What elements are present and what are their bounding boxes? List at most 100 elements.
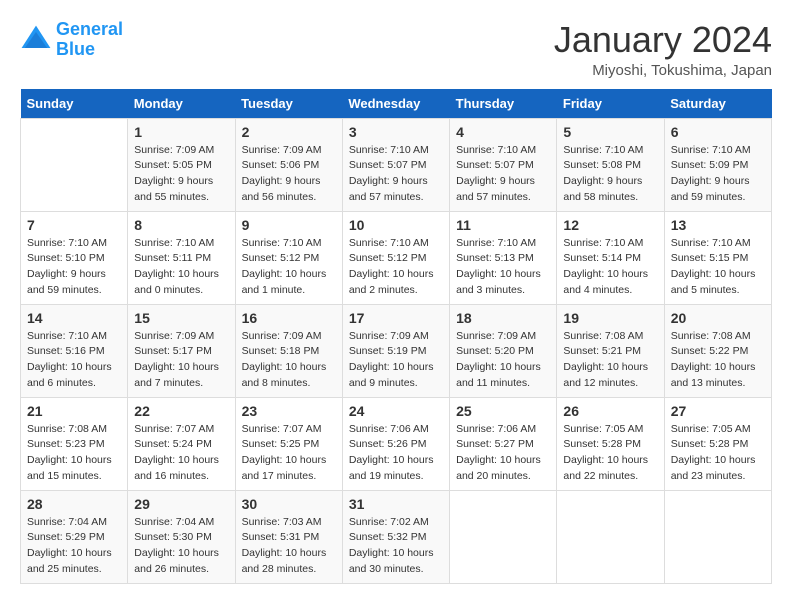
day-cell: 7 Sunrise: 7:10 AMSunset: 5:10 PMDaylight… [21, 211, 128, 304]
day-number: 3 [349, 124, 443, 140]
day-cell: 8Sunrise: 7:10 AMSunset: 5:11 PMDaylight… [128, 211, 235, 304]
day-number: 30 [242, 496, 336, 512]
day-info: Sunrise: 7:05 AMSunset: 5:28 PMDaylight:… [671, 422, 765, 485]
day-cell: 30 Sunrise: 7:03 AMSunset: 5:31 PMDayligh… [235, 490, 342, 583]
day-number: 18 [456, 310, 550, 326]
day-info: Sunrise: 7:10 AMSunset: 5:07 PMDaylight:… [349, 143, 443, 206]
day-info: Sunrise: 7:08 AMSunset: 5:22 PMDaylight:… [671, 329, 765, 392]
day-cell [664, 490, 771, 583]
day-cell [450, 490, 557, 583]
week-row-1: 1 Sunrise: 7:09 AMSunset: 5:05 PMDaylight… [21, 118, 772, 211]
day-cell: 24 Sunrise: 7:06 AMSunset: 5:26 PMDayligh… [342, 397, 449, 490]
day-number: 17 [349, 310, 443, 326]
day-number: 14 [27, 310, 121, 326]
day-cell: 3 Sunrise: 7:10 AMSunset: 5:07 PMDaylight… [342, 118, 449, 211]
day-header-monday: Monday [128, 89, 235, 119]
day-info: Sunrise: 7:04 AMSunset: 5:30 PMDaylight:… [134, 515, 228, 578]
day-number: 7 [27, 217, 121, 233]
day-number: 20 [671, 310, 765, 326]
day-number: 15 [134, 310, 228, 326]
day-number: 19 [563, 310, 657, 326]
day-number: 27 [671, 403, 765, 419]
day-cell: 18 Sunrise: 7:09 AMSunset: 5:20 PMDayligh… [450, 304, 557, 397]
page-header: General Blue January 2024 Miyoshi, Tokus… [20, 20, 772, 79]
day-info: Sunrise: 7:09 AMSunset: 5:18 PMDaylight:… [242, 329, 336, 392]
day-info: Sunrise: 7:09 AMSunset: 5:17 PMDaylight:… [134, 329, 228, 392]
logo-line1: General [56, 19, 123, 39]
title-block: January 2024 Miyoshi, Tokushima, Japan [554, 20, 772, 79]
day-info: Sunrise: 7:10 AMSunset: 5:07 PMDaylight:… [456, 143, 550, 206]
day-info: Sunrise: 7:04 AMSunset: 5:29 PMDaylight:… [27, 515, 121, 578]
day-cell: 13 Sunrise: 7:10 AMSunset: 5:15 PMDayligh… [664, 211, 771, 304]
day-cell: 26 Sunrise: 7:05 AMSunset: 5:28 PMDayligh… [557, 397, 664, 490]
day-number: 22 [134, 403, 228, 419]
day-cell [557, 490, 664, 583]
day-info: Sunrise: 7:10 AMSunset: 5:16 PMDaylight:… [27, 329, 121, 392]
day-info: Sunrise: 7:10 AMSunset: 5:10 PMDaylight:… [27, 236, 121, 299]
day-info: Sunrise: 7:10 AMSunset: 5:14 PMDaylight:… [563, 236, 657, 299]
day-info: Sunrise: 7:09 AMSunset: 5:06 PMDaylight:… [242, 143, 336, 206]
day-info: Sunrise: 7:03 AMSunset: 5:31 PMDaylight:… [242, 515, 336, 578]
day-number: 24 [349, 403, 443, 419]
day-cell: 16Sunrise: 7:09 AMSunset: 5:18 PMDayligh… [235, 304, 342, 397]
day-header-friday: Friday [557, 89, 664, 119]
day-cell: 22 Sunrise: 7:07 AMSunset: 5:24 PMDayligh… [128, 397, 235, 490]
day-header-wednesday: Wednesday [342, 89, 449, 119]
day-cell: 23Sunrise: 7:07 AMSunset: 5:25 PMDayligh… [235, 397, 342, 490]
day-cell: 29 Sunrise: 7:04 AMSunset: 5:30 PMDayligh… [128, 490, 235, 583]
day-info: Sunrise: 7:10 AMSunset: 5:15 PMDaylight:… [671, 236, 765, 299]
day-cell: 1 Sunrise: 7:09 AMSunset: 5:05 PMDaylight… [128, 118, 235, 211]
day-cell: 5 Sunrise: 7:10 AMSunset: 5:08 PMDaylight… [557, 118, 664, 211]
day-info: Sunrise: 7:05 AMSunset: 5:28 PMDaylight:… [563, 422, 657, 485]
day-cell: 27 Sunrise: 7:05 AMSunset: 5:28 PMDayligh… [664, 397, 771, 490]
day-info: Sunrise: 7:10 AMSunset: 5:08 PMDaylight:… [563, 143, 657, 206]
week-row-4: 21 Sunrise: 7:08 AMSunset: 5:23 PMDayligh… [21, 397, 772, 490]
day-header-tuesday: Tuesday [235, 89, 342, 119]
day-number: 25 [456, 403, 550, 419]
day-number: 11 [456, 217, 550, 233]
day-info: Sunrise: 7:10 AMSunset: 5:09 PMDaylight:… [671, 143, 765, 206]
day-number: 23 [242, 403, 336, 419]
day-number: 5 [563, 124, 657, 140]
day-info: Sunrise: 7:08 AMSunset: 5:21 PMDaylight:… [563, 329, 657, 392]
month-title: January 2024 [554, 20, 772, 60]
logo-line2: Blue [56, 39, 95, 59]
day-number: 2 [242, 124, 336, 140]
day-number: 28 [27, 496, 121, 512]
day-info: Sunrise: 7:09 AMSunset: 5:05 PMDaylight:… [134, 143, 228, 206]
logo-icon [20, 24, 52, 56]
logo-text: General Blue [56, 20, 123, 60]
day-cell [21, 118, 128, 211]
day-cell: 17 Sunrise: 7:09 AMSunset: 5:19 PMDayligh… [342, 304, 449, 397]
day-number: 4 [456, 124, 550, 140]
day-cell: 9 Sunrise: 7:10 AMSunset: 5:12 PMDaylight… [235, 211, 342, 304]
day-info: Sunrise: 7:06 AMSunset: 5:27 PMDaylight:… [456, 422, 550, 485]
day-cell: 11Sunrise: 7:10 AMSunset: 5:13 PMDayligh… [450, 211, 557, 304]
day-number: 12 [563, 217, 657, 233]
day-cell: 2 Sunrise: 7:09 AMSunset: 5:06 PMDaylight… [235, 118, 342, 211]
day-cell: 12 Sunrise: 7:10 AMSunset: 5:14 PMDayligh… [557, 211, 664, 304]
day-cell: 20 Sunrise: 7:08 AMSunset: 5:22 PMDayligh… [664, 304, 771, 397]
day-info: Sunrise: 7:10 AMSunset: 5:12 PMDaylight:… [242, 236, 336, 299]
day-cell: 15 Sunrise: 7:09 AMSunset: 5:17 PMDayligh… [128, 304, 235, 397]
day-info: Sunrise: 7:09 AMSunset: 5:20 PMDaylight:… [456, 329, 550, 392]
day-info: Sunrise: 7:09 AMSunset: 5:19 PMDaylight:… [349, 329, 443, 392]
day-number: 31 [349, 496, 443, 512]
day-number: 21 [27, 403, 121, 419]
location: Miyoshi, Tokushima, Japan [554, 62, 772, 79]
header-row: SundayMondayTuesdayWednesdayThursdayFrid… [21, 89, 772, 119]
day-cell: 19 Sunrise: 7:08 AMSunset: 5:21 PMDayligh… [557, 304, 664, 397]
day-cell: 14 Sunrise: 7:10 AMSunset: 5:16 PMDayligh… [21, 304, 128, 397]
day-number: 29 [134, 496, 228, 512]
day-info: Sunrise: 7:07 AMSunset: 5:24 PMDaylight:… [134, 422, 228, 485]
week-row-5: 28 Sunrise: 7:04 AMSunset: 5:29 PMDayligh… [21, 490, 772, 583]
day-number: 13 [671, 217, 765, 233]
day-number: 1 [134, 124, 228, 140]
day-info: Sunrise: 7:06 AMSunset: 5:26 PMDaylight:… [349, 422, 443, 485]
day-number: 9 [242, 217, 336, 233]
day-number: 26 [563, 403, 657, 419]
day-header-sunday: Sunday [21, 89, 128, 119]
day-cell: 4 Sunrise: 7:10 AMSunset: 5:07 PMDaylight… [450, 118, 557, 211]
day-info: Sunrise: 7:02 AMSunset: 5:32 PMDaylight:… [349, 515, 443, 578]
day-info: Sunrise: 7:08 AMSunset: 5:23 PMDaylight:… [27, 422, 121, 485]
